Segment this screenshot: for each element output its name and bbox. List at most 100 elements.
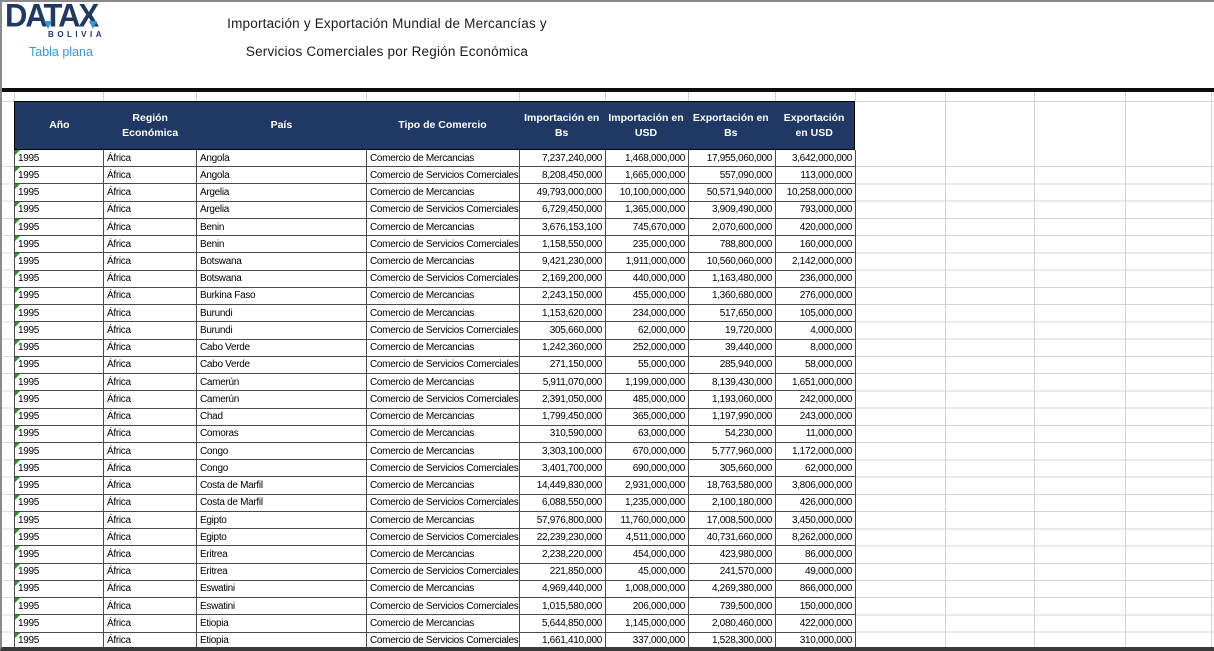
cell-region[interactable]: África: [104, 202, 197, 219]
cell-pais[interactable]: Eswatini: [197, 598, 367, 615]
cell-imp_bs[interactable]: 2,391,050,000: [520, 391, 606, 408]
cell-tipo[interactable]: Comercio de Servicios Comerciales: [367, 529, 520, 546]
cell-tipo[interactable]: Comercio de Mercancias: [367, 443, 520, 460]
sheet-tab-label[interactable]: Tabla plana: [29, 45, 93, 59]
cell-exp_usd[interactable]: 160,000,000: [776, 236, 856, 253]
cell-imp_bs[interactable]: 305,660,000: [520, 322, 606, 339]
cell-exp_usd[interactable]: 105,000,000: [776, 305, 856, 322]
cell-ano[interactable]: 1995: [15, 391, 104, 408]
cell-exp_bs[interactable]: 739,500,000: [689, 598, 776, 615]
cell-imp_usd[interactable]: 337,000,000: [606, 633, 689, 650]
cell-imp_bs[interactable]: 1,799,450,000: [520, 409, 606, 426]
cell-imp_bs[interactable]: 1,242,360,000: [520, 340, 606, 357]
cell-pais[interactable]: Angola: [197, 167, 367, 184]
cell-exp_bs[interactable]: 39,440,000: [689, 340, 776, 357]
cell-region[interactable]: África: [104, 581, 197, 598]
cell-tipo[interactable]: Comercio de Mercancias: [367, 288, 520, 305]
cell-exp_usd[interactable]: 422,000,000: [776, 615, 856, 632]
cell-exp_usd[interactable]: 49,000,000: [776, 564, 856, 581]
cell-imp_usd[interactable]: 1,468,000,000: [606, 150, 689, 167]
cell-pais[interactable]: Benin: [197, 219, 367, 236]
cell-tipo[interactable]: Comercio de Servicios Comerciales: [367, 357, 520, 374]
cell-tipo[interactable]: Comercio de Mercancias: [367, 615, 520, 632]
column-header-region[interactable]: Región Económica: [104, 102, 197, 149]
cell-imp_bs[interactable]: 1,015,580,000: [520, 598, 606, 615]
cell-exp_bs[interactable]: 10,560,060,000: [689, 253, 776, 270]
cell-pais[interactable]: Etiopia: [197, 633, 367, 650]
cell-exp_bs[interactable]: 2,070,600,000: [689, 219, 776, 236]
cell-pais[interactable]: Etiopia: [197, 615, 367, 632]
cell-ano[interactable]: 1995: [15, 460, 104, 477]
cell-exp_bs[interactable]: 305,660,000: [689, 460, 776, 477]
cell-ano[interactable]: 1995: [15, 219, 104, 236]
cell-pais[interactable]: Congo: [197, 443, 367, 460]
cell-imp_usd[interactable]: 1,008,000,000: [606, 581, 689, 598]
cell-region[interactable]: África: [104, 340, 197, 357]
cell-exp_bs[interactable]: 788,800,000: [689, 236, 776, 253]
cell-ano[interactable]: 1995: [15, 598, 104, 615]
cell-exp_bs[interactable]: 241,570,000: [689, 564, 776, 581]
cell-ano[interactable]: 1995: [15, 357, 104, 374]
cell-exp_usd[interactable]: 2,142,000,000: [776, 253, 856, 270]
cell-ano[interactable]: 1995: [15, 167, 104, 184]
cell-pais[interactable]: Eswatini: [197, 581, 367, 598]
cell-region[interactable]: África: [104, 443, 197, 460]
cell-pais[interactable]: Argelia: [197, 202, 367, 219]
cell-tipo[interactable]: Comercio de Mercancias: [367, 305, 520, 322]
cell-exp_usd[interactable]: 3,806,000,000: [776, 477, 856, 494]
cell-exp_usd[interactable]: 113,000,000: [776, 167, 856, 184]
cell-exp_usd[interactable]: 3,450,000,000: [776, 512, 856, 529]
cell-exp_bs[interactable]: 557,090,000: [689, 167, 776, 184]
cell-imp_bs[interactable]: 1,158,550,000: [520, 236, 606, 253]
cell-exp_usd[interactable]: 62,000,000: [776, 460, 856, 477]
column-header-ano[interactable]: Año: [15, 102, 104, 149]
cell-region[interactable]: África: [104, 598, 197, 615]
cell-tipo[interactable]: Comercio de Servicios Comerciales: [367, 202, 520, 219]
cell-imp_usd[interactable]: 365,000,000: [606, 409, 689, 426]
cell-imp_usd[interactable]: 235,000,000: [606, 236, 689, 253]
cell-imp_bs[interactable]: 57,976,800,000: [520, 512, 606, 529]
cell-region[interactable]: África: [104, 322, 197, 339]
cell-imp_bs[interactable]: 1,661,410,000: [520, 633, 606, 650]
cell-ano[interactable]: 1995: [15, 150, 104, 167]
cell-exp_bs[interactable]: 17,955,060,000: [689, 150, 776, 167]
cell-ano[interactable]: 1995: [15, 581, 104, 598]
cell-pais[interactable]: Egipto: [197, 512, 367, 529]
cell-imp_bs[interactable]: 7,237,240,000: [520, 150, 606, 167]
cell-exp_bs[interactable]: 5,777,960,000: [689, 443, 776, 460]
cell-imp_bs[interactable]: 3,401,700,000: [520, 460, 606, 477]
cell-pais[interactable]: Costa de Marfil: [197, 495, 367, 512]
cell-tipo[interactable]: Comercio de Servicios Comerciales: [367, 391, 520, 408]
cell-imp_bs[interactable]: 271,150,000: [520, 357, 606, 374]
cell-imp_bs[interactable]: 6,088,550,000: [520, 495, 606, 512]
cell-tipo[interactable]: Comercio de Mercancias: [367, 219, 520, 236]
cell-tipo[interactable]: Comercio de Mercancias: [367, 426, 520, 443]
cell-exp_bs[interactable]: 54,230,000: [689, 426, 776, 443]
cell-tipo[interactable]: Comercio de Mercancias: [367, 184, 520, 201]
cell-imp_bs[interactable]: 1,153,620,000: [520, 305, 606, 322]
cell-ano[interactable]: 1995: [15, 271, 104, 288]
cell-imp_bs[interactable]: 2,169,200,000: [520, 271, 606, 288]
cell-exp_usd[interactable]: 793,000,000: [776, 202, 856, 219]
cell-exp_usd[interactable]: 58,000,000: [776, 357, 856, 374]
cell-imp_usd[interactable]: 11,760,000,000: [606, 512, 689, 529]
cell-pais[interactable]: Camerún: [197, 391, 367, 408]
cell-exp_usd[interactable]: 86,000,000: [776, 546, 856, 563]
cell-imp_usd[interactable]: 455,000,000: [606, 288, 689, 305]
cell-tipo[interactable]: Comercio de Servicios Comerciales: [367, 633, 520, 650]
cell-tipo[interactable]: Comercio de Mercancias: [367, 253, 520, 270]
cell-ano[interactable]: 1995: [15, 184, 104, 201]
cell-tipo[interactable]: Comercio de Servicios Comerciales: [367, 564, 520, 581]
cell-ano[interactable]: 1995: [15, 564, 104, 581]
cell-imp_bs[interactable]: 3,676,153,100: [520, 219, 606, 236]
cell-ano[interactable]: 1995: [15, 546, 104, 563]
cell-region[interactable]: África: [104, 615, 197, 632]
cell-tipo[interactable]: Comercio de Servicios Comerciales: [367, 236, 520, 253]
cell-imp_bs[interactable]: 221,850,000: [520, 564, 606, 581]
cell-imp_usd[interactable]: 670,000,000: [606, 443, 689, 460]
column-header-tipo[interactable]: Tipo de Comercio: [366, 102, 519, 149]
cell-imp_bs[interactable]: 5,644,850,000: [520, 615, 606, 632]
cell-exp_bs[interactable]: 1,193,060,000: [689, 391, 776, 408]
cell-imp_bs[interactable]: 3,303,100,000: [520, 443, 606, 460]
cell-exp_bs[interactable]: 2,100,180,000: [689, 495, 776, 512]
